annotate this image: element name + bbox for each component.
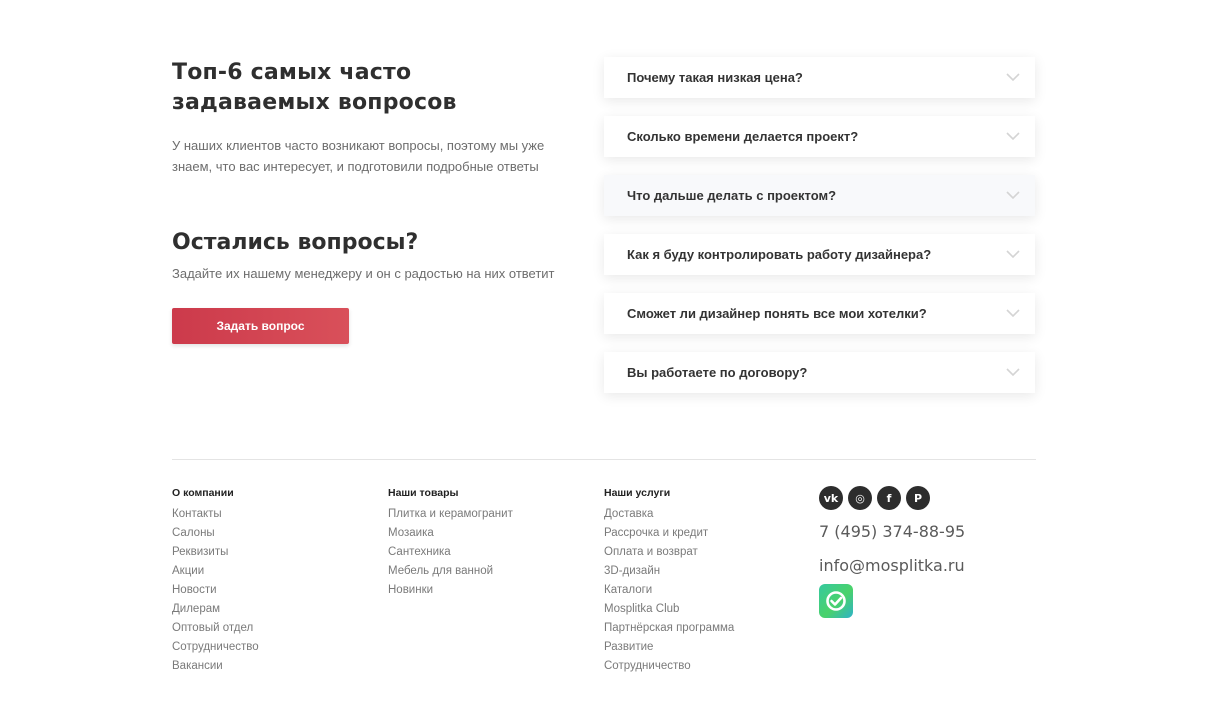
faq-item[interactable]: Вы работаете по договору? — [604, 352, 1035, 393]
email-link[interactable]: info@mosplitka.ru — [819, 556, 965, 576]
footer-heading-products: Наши товары — [388, 487, 459, 499]
faq-item[interactable]: Сможет ли дизайнер понять все мои хотелк… — [604, 293, 1035, 334]
footer-link[interactable]: Развитие — [604, 638, 734, 657]
faq-intro: Топ-6 самых часто задаваемых вопросов У … — [172, 58, 572, 177]
social-links: vk ◎ f P — [819, 486, 965, 510]
footer-link[interactable]: Салоны — [172, 524, 259, 543]
footer-link[interactable]: Сотрудничество — [172, 638, 259, 657]
faq-item[interactable]: Что дальше делать с проектом? — [604, 175, 1035, 216]
footer-link[interactable]: Оплата и возврат — [604, 543, 734, 562]
ask-question-button[interactable]: Задать вопрос — [172, 308, 349, 344]
footer-link[interactable]: Сантехника — [388, 543, 513, 562]
chevron-down-icon — [1005, 188, 1021, 204]
faq-question: Сможет ли дизайнер понять все мои хотелк… — [627, 306, 927, 321]
faq-question: Вы работаете по договору? — [627, 365, 808, 380]
faq-question: Как я буду контролировать работу дизайне… — [627, 247, 932, 262]
footer-link[interactable]: Новости — [172, 581, 259, 600]
chevron-down-icon — [1005, 70, 1021, 86]
footer-link[interactable]: Оптовый отдел — [172, 619, 259, 638]
facebook-icon[interactable]: f — [877, 486, 901, 510]
checkmark-badge-icon[interactable] — [819, 584, 853, 618]
footer-link[interactable]: Доставка — [604, 505, 734, 524]
footer-link[interactable]: Мебель для ванной — [388, 562, 513, 581]
footer-link[interactable]: Плитка и керамогранит — [388, 505, 513, 524]
footer-link[interactable]: Партнёрская программа — [604, 619, 734, 638]
chevron-down-icon — [1005, 365, 1021, 381]
footer-heading-company: О компании — [172, 487, 234, 499]
footer-link[interactable]: Мозаика — [388, 524, 513, 543]
faq-question: Сколько времени делается проект? — [627, 129, 859, 144]
vk-icon[interactable]: vk — [819, 486, 843, 510]
footer-link[interactable]: Вакансии — [172, 657, 259, 676]
footer-column-products: Наши товары Плитка и керамогранит Мозаик… — [388, 487, 513, 600]
footer-contacts: vk ◎ f P 7 (495) 374-88-95 info@mosplitk… — [819, 486, 965, 618]
chevron-down-icon — [1005, 306, 1021, 322]
questions-subtitle: Задайте их нашему менеджеру и он с радос… — [172, 266, 555, 281]
footer-link[interactable]: Контакты — [172, 505, 259, 524]
faq-item[interactable]: Как я буду контролировать работу дизайне… — [604, 234, 1035, 275]
footer-link[interactable]: Новинки — [388, 581, 513, 600]
footer-link[interactable]: Акции — [172, 562, 259, 581]
faq-title-line2: задаваемых вопросов — [172, 90, 457, 115]
questions-title: Остались вопросы? — [172, 230, 419, 255]
faq-description: У наших клиентов часто возникают вопросы… — [172, 138, 545, 174]
phone-link[interactable]: 7 (495) 374-88-95 — [819, 522, 965, 542]
faq-question: Что дальше делать с проектом? — [627, 188, 837, 203]
faq-item[interactable]: Сколько времени делается проект? — [604, 116, 1035, 157]
footer-link[interactable]: Реквизиты — [172, 543, 259, 562]
faq-question: Почему такая низкая цена? — [627, 70, 803, 85]
footer-link[interactable]: Дилерам — [172, 600, 259, 619]
footer-link[interactable]: Рассрочка и кредит — [604, 524, 734, 543]
chevron-down-icon — [1005, 247, 1021, 263]
instagram-icon[interactable]: ◎ — [848, 486, 872, 510]
footer-divider — [172, 459, 1036, 460]
faq-title: Топ-6 самых часто задаваемых вопросов — [172, 58, 572, 118]
footer-column-services: Наши услуги Доставка Рассрочка и кредит … — [604, 487, 734, 676]
footer-link[interactable]: Сотрудничество — [604, 657, 734, 676]
footer-link[interactable]: 3D-дизайн — [604, 562, 734, 581]
footer-link[interactable]: Mosplitka Club — [604, 600, 734, 619]
faq-title-line1: Топ-6 самых часто — [172, 60, 412, 85]
footer-link[interactable]: Каталоги — [604, 581, 734, 600]
pinterest-icon[interactable]: P — [906, 486, 930, 510]
footer-heading-services: Наши услуги — [604, 487, 671, 499]
footer-column-company: О компании Контакты Салоны Реквизиты Акц… — [172, 487, 259, 676]
faq-accordion: Почему такая низкая цена? Сколько времен… — [604, 57, 1035, 411]
faq-item[interactable]: Почему такая низкая цена? — [604, 57, 1035, 98]
chevron-down-icon — [1005, 129, 1021, 145]
